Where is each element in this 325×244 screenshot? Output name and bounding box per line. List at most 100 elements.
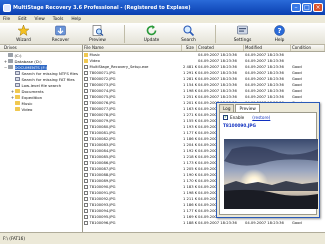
file-name-cell: T8100093.JPG: [83, 203, 182, 207]
file-name-text: T8000077.JPG: [89, 107, 116, 111]
file-created-cell: 04.09.2007 18:23:36: [198, 95, 237, 99]
update-button[interactable]: Update: [133, 23, 170, 45]
window-title: MultiStage Recovery 3.6 Professional - (…: [13, 4, 191, 11]
file-name-text: T8100082.JPG: [89, 137, 116, 141]
toolbar-separator: [215, 25, 216, 43]
file-created-cell: 04.09.2007 18:23:36: [198, 65, 237, 69]
recover-icon: [55, 25, 66, 36]
menu-tools[interactable]: Tools: [53, 17, 64, 22]
file-size-cell: 1 251 KB: [183, 95, 197, 99]
file-name-text: T8100095.JPG: [89, 215, 116, 219]
file-modified-cell: 04.09.2007 18:23:36: [245, 71, 284, 75]
file-modified-cell: 04.09.2007 18:23:36: [245, 59, 284, 63]
file-icon: [84, 77, 88, 81]
file-name-text: T8100088.JPG: [89, 173, 116, 177]
file-icon: [84, 197, 88, 201]
drives-header: Drives: [0, 45, 82, 52]
search-button[interactable]: Search: [170, 23, 207, 45]
update-icon: [146, 25, 157, 36]
file-name-cell: T8100083.JPG: [83, 143, 182, 147]
preview-filename-row: T8100090.JPG: [220, 121, 316, 129]
file-icon: [84, 131, 88, 135]
file-name-text: T8000071.JPG: [89, 71, 116, 75]
minimize-button[interactable]: –: [291, 3, 301, 12]
file-size-cell: 1 183 KB: [183, 185, 197, 189]
window-controls: – □ ×: [291, 3, 323, 12]
toolbar-separator: [124, 25, 125, 43]
file-size-cell: 1 173 KB: [183, 161, 197, 165]
maximize-button[interactable]: □: [302, 3, 312, 12]
menu-help[interactable]: Help: [71, 17, 81, 22]
file-created-cell: 04.09.2007 18:23:36: [198, 59, 237, 63]
file-name-cell: T8000076.JPG: [83, 101, 182, 105]
file-name-text: T8100092.JPG: [89, 197, 116, 201]
file-name-cell: T8100085.JPG: [83, 155, 182, 159]
toolbar: Wizard Recover Preview Update Search Set…: [0, 23, 325, 45]
drive-icon: [8, 53, 13, 57]
folder-icon: [15, 89, 20, 93]
close-button[interactable]: ×: [313, 3, 323, 12]
file-icon: [84, 95, 88, 99]
file-size-cell: 1 188 KB: [183, 221, 197, 225]
title-bar[interactable]: MultiStage Recovery 3.6 Professional - (…: [0, 0, 325, 15]
file-size-cell: 2 481 KB: [183, 65, 197, 69]
file-name-cell: T8000078.JPG: [83, 113, 182, 117]
tab-preview[interactable]: Preview: [235, 104, 260, 112]
column-file-name[interactable]: File Name: [83, 45, 182, 51]
drive-tree-item[interactable]: Video: [0, 106, 82, 112]
file-name-text: T8100089.JPG: [89, 179, 116, 183]
wizard-icon: [17, 24, 30, 37]
file-name-cell: T8000079.JPG: [83, 119, 182, 123]
column-size[interactable]: Size: [182, 45, 197, 51]
enable-row: ✓ Enable (restore): [220, 113, 316, 121]
file-name-cell: T8100091.JPG: [83, 191, 182, 195]
file-name-text: T8100093.JPG: [89, 203, 116, 207]
preview-filename: T8100090.JPG: [223, 122, 256, 128]
file-icon: [84, 173, 88, 177]
file-size-cell: 1 201 KB: [183, 101, 197, 105]
app-icon: [3, 3, 11, 12]
file-condition-cell: Good: [292, 221, 302, 225]
enable-checkbox[interactable]: ✓: [223, 114, 228, 120]
file-name-text: T8100083.JPG: [89, 143, 116, 147]
folder-icon: [15, 107, 20, 111]
preview-button[interactable]: Preview: [79, 23, 116, 45]
file-name-cell: T8000072.JPG: [83, 77, 182, 81]
file-icon: [84, 71, 88, 75]
drive-tree-label: Music: [21, 100, 33, 106]
tab-log[interactable]: Log: [219, 104, 235, 112]
drive-icon: [8, 65, 13, 69]
folder-icon: [15, 101, 20, 105]
column-condition[interactable]: Condition: [291, 45, 325, 51]
file-name-text: T8100087.JPG: [89, 167, 116, 171]
menu-edit[interactable]: Edit: [18, 17, 26, 22]
menu-file[interactable]: File: [3, 17, 10, 22]
file-modified-cell: 04.09.2007 18:23:36: [245, 65, 284, 69]
menu-view[interactable]: View: [35, 17, 45, 22]
column-modified[interactable]: Modified: [244, 45, 291, 51]
restore-link[interactable]: (restore): [252, 115, 270, 120]
help-button[interactable]: ? Help: [261, 23, 298, 45]
file-icon: [84, 65, 88, 69]
settings-icon: [237, 25, 248, 35]
file-icon: [84, 113, 88, 117]
file-icon: [84, 137, 88, 141]
file-size-cell: 1 291 KB: [183, 71, 197, 75]
file-name-cell: T8000077.JPG: [83, 107, 182, 111]
recover-button[interactable]: Recover: [42, 23, 79, 45]
wizard-button[interactable]: Wizard: [5, 23, 42, 45]
folder-icon: [84, 59, 88, 63]
file-name-text: T8100084.JPG: [89, 149, 116, 153]
file-condition-cell: Good: [292, 95, 302, 99]
file-created-cell: 04.09.2007 18:23:36: [198, 71, 237, 75]
column-created[interactable]: Created: [197, 45, 244, 51]
file-name-text: T8100085.JPG: [89, 155, 116, 159]
file-icon: [84, 149, 88, 153]
settings-button[interactable]: Settings: [224, 23, 261, 45]
drive-tree-label: Documents: [21, 88, 44, 94]
file-name-text: T8000072.JPG: [89, 77, 116, 81]
file-row[interactable]: T8100096.JPG1 188 KB04.09.2007 18:23:360…: [83, 220, 325, 226]
file-size-cell: 1 186 KB: [183, 137, 197, 141]
file-icon: [84, 185, 88, 189]
drive-tree-label: Search for missing NTFS files: [21, 70, 78, 76]
